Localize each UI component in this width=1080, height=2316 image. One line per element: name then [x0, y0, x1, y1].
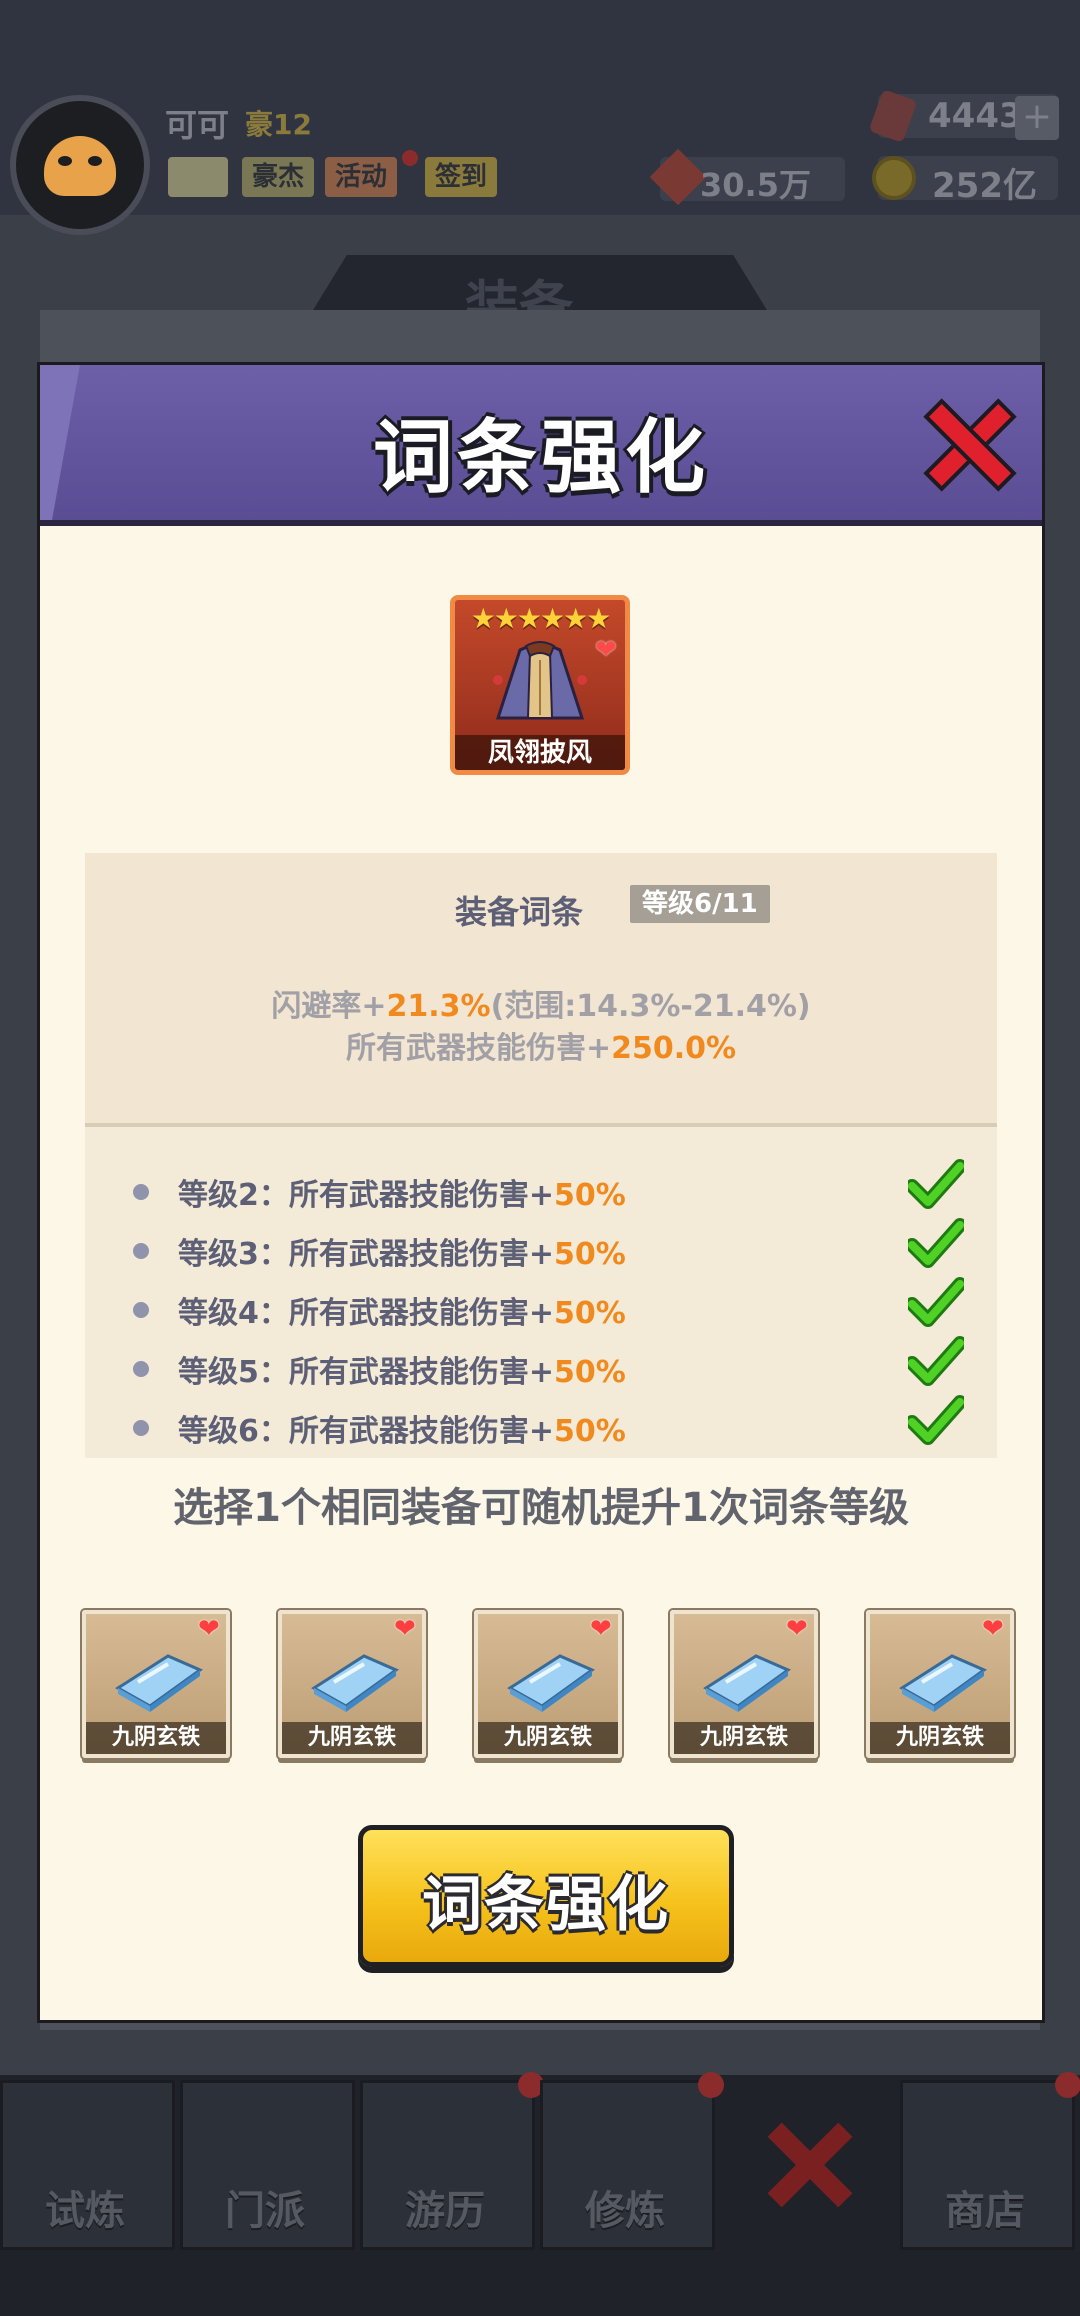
material-slot[interactable]: ❤ 九阴玄铁 — [278, 1610, 426, 1758]
enhance-hint: 选择1个相同装备可随机提升1次词条等级 — [173, 1485, 909, 1531]
level-row: 等级6：所有武器技能伤害+50% — [133, 1395, 964, 1452]
checkmark-icon — [908, 1336, 964, 1386]
star-rating: ★★★★★★ — [470, 602, 612, 635]
material-slot[interactable]: ❤ 九阴玄铁 — [866, 1610, 1014, 1758]
power-value: 30.5万 — [700, 166, 811, 204]
affix-level-badge: 等级6/11 — [630, 885, 770, 923]
material-name: 九阴玄铁 — [282, 1722, 422, 1754]
event-button: 活动 — [325, 157, 398, 197]
nav-label-sect: 门派 — [225, 2188, 305, 2234]
checkmark-icon — [908, 1395, 964, 1445]
checkmark-icon — [908, 1218, 964, 1268]
ingot-icon — [703, 1654, 792, 1712]
bullet-icon — [133, 1420, 149, 1436]
material-name: 九阴玄铁 — [86, 1722, 226, 1754]
level-row: 等级4：所有武器技能伤害+50% — [133, 1277, 964, 1334]
vip-level: 豪12 — [245, 108, 312, 141]
gem-count: 4443 — [928, 96, 1023, 136]
favorite-heart-icon: ❤ — [786, 1614, 808, 1644]
checkmark-icon — [908, 1159, 964, 1209]
favorite-heart-icon: ❤ — [590, 1614, 612, 1644]
favorite-heart-icon: ❤ — [394, 1614, 416, 1644]
nav-label-shop: 商店 — [945, 2188, 1025, 2234]
ingot-icon — [507, 1654, 596, 1712]
close-button[interactable] — [923, 398, 1017, 492]
affix-enhance-dialog: 词条强化 ★★★★★★ ❤ 凤翎披风 装备词条 等级6/11 闪避率+21.3%… — [40, 365, 1042, 2020]
hero-button: 豪杰 — [242, 157, 315, 197]
affix-title: 装备词条 — [455, 893, 584, 931]
enhance-button[interactable]: 词条强化 — [358, 1825, 734, 1967]
nav-label-travel: 游历 — [405, 2188, 485, 2234]
notification-dot — [402, 150, 418, 166]
favorite-heart-icon: ❤ — [982, 1614, 1004, 1644]
coin-count: 252亿 — [932, 166, 1037, 206]
equipment-card[interactable]: ★★★★★★ ❤ 凤翎披风 — [450, 595, 630, 775]
material-name: 九阴玄铁 — [674, 1722, 814, 1754]
equipment-name: 凤翎披风 — [455, 735, 625, 770]
cloak-icon — [493, 641, 587, 720]
bullet-icon — [133, 1243, 149, 1259]
affix-summary: 装备词条 等级6/11 闪避率+21.3%(范围:14.3%-21.4%) 所有… — [85, 853, 997, 1127]
material-name: 九阴玄铁 — [870, 1722, 1010, 1754]
nav-label-cultivate: 修炼 — [585, 2188, 665, 2234]
notification-dot — [1055, 2072, 1080, 2098]
stat-weapon-damage: 所有武器技能伤害+250.0% — [345, 1031, 737, 1066]
favorite-heart-icon: ❤ — [198, 1614, 220, 1644]
bullet-icon — [133, 1361, 149, 1377]
mail-icon — [168, 157, 228, 197]
nav-close-icon — [765, 2120, 855, 2210]
stat-dodge: 闪避率+21.3%(范围:14.3%-21.4%) — [271, 989, 811, 1024]
material-name: 九阴玄铁 — [478, 1722, 618, 1754]
level-row: 等级3：所有武器技能伤害+50% — [133, 1218, 964, 1275]
notification-dot — [698, 2072, 724, 2098]
ingot-icon — [115, 1654, 204, 1712]
add-gems-button: + — [1015, 96, 1059, 140]
player-name: 可可 — [165, 106, 230, 144]
favorite-heart-icon: ❤ — [595, 635, 617, 665]
coin-icon — [872, 156, 916, 200]
checkin-button: 签到 — [425, 157, 498, 197]
material-slot[interactable]: ❤ 九阴玄铁 — [670, 1610, 818, 1758]
material-slot[interactable]: ❤ 九阴玄铁 — [474, 1610, 622, 1758]
nav-label-trial: 试炼 — [45, 2188, 125, 2234]
checkmark-icon — [908, 1277, 964, 1327]
bullet-icon — [133, 1302, 149, 1318]
level-row: 等级2：所有武器技能伤害+50% — [133, 1159, 964, 1216]
affix-panel: 装备词条 等级6/11 闪避率+21.3%(范围:14.3%-21.4%) 所有… — [85, 853, 997, 1458]
level-row: 等级5：所有武器技能伤害+50% — [133, 1336, 964, 1393]
avatar — [10, 95, 150, 235]
ingot-icon — [311, 1654, 400, 1712]
enhance-button-label: 词条强化 — [422, 1870, 670, 1940]
ingot-icon — [899, 1654, 988, 1712]
material-slot[interactable]: ❤ 九阴玄铁 — [82, 1610, 230, 1758]
bullet-icon — [133, 1184, 149, 1200]
dialog-header: 词条强化 — [40, 365, 1042, 526]
dialog-title: 词条强化 — [373, 411, 709, 504]
